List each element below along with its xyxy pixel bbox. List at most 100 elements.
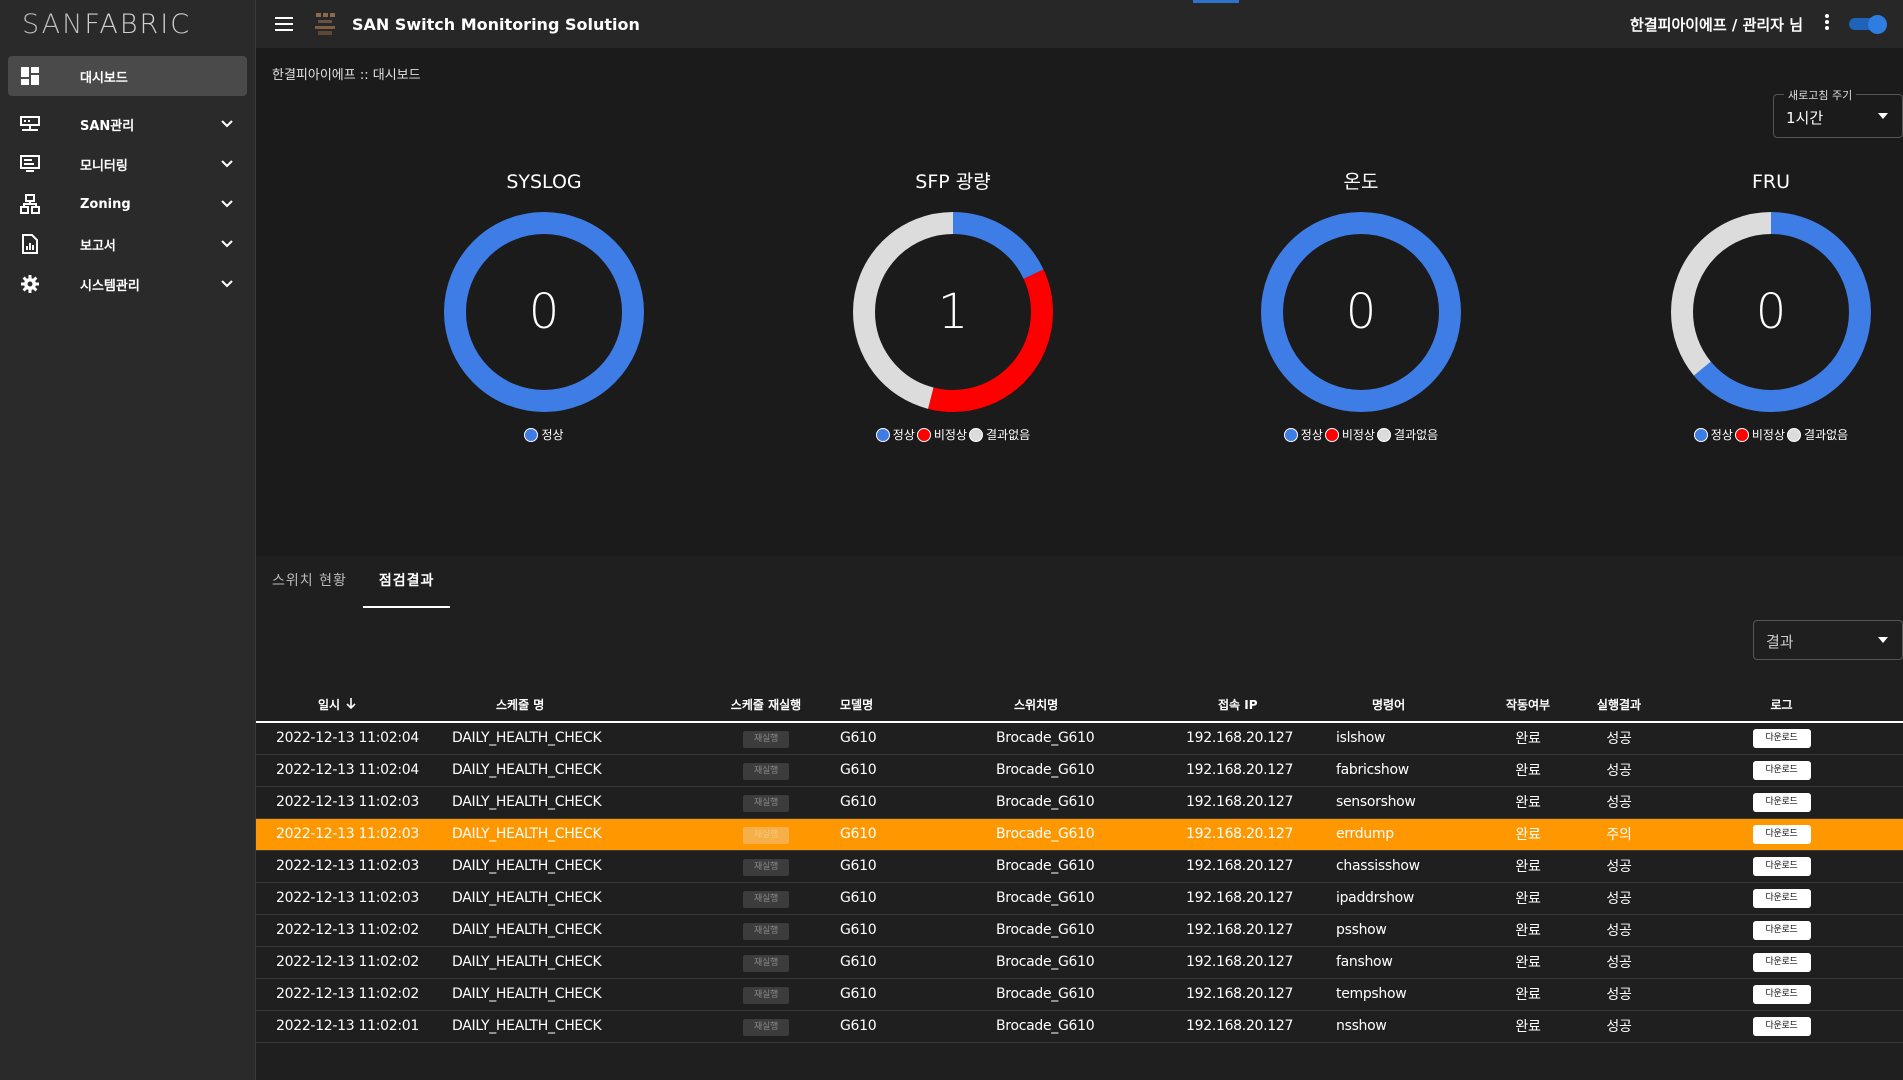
table-row[interactable]: 2022-12-13 11:02:02 DAILY_HEALTH_CHECK 재실행… (256, 946, 1903, 979)
legend-abnormal[interactable]: 비정상 (1734, 426, 1785, 443)
table-header-row: 일시 스케줄 명 스케줄 재실행 모델명 스위치명 접속 IP 명령어 작동여부… (256, 688, 1903, 723)
column-header-result[interactable]: 실행결과 (1578, 688, 1660, 723)
cell-result: 성공 (1578, 786, 1660, 819)
legend-normal[interactable]: 정상 (875, 426, 915, 443)
cell-command: nsshow (1336, 1010, 1478, 1043)
column-header-switch[interactable]: 스위치명 (996, 688, 1186, 723)
column-header-status[interactable]: 작동여부 (1478, 688, 1578, 723)
legend-normal[interactable]: 정상 (524, 426, 564, 443)
download-button[interactable]: 다운로드 (1752, 857, 1811, 876)
menu-icon[interactable] (256, 17, 312, 31)
table-row[interactable]: 2022-12-13 11:02:03 DAILY_HEALTH_CHECK 재실행… (256, 786, 1903, 819)
cell-model: G610 (826, 754, 996, 787)
cell-ip: 192.168.20.127 (1186, 818, 1336, 851)
more-vert-icon[interactable] (1825, 14, 1829, 34)
download-button[interactable]: 다운로드 (1752, 921, 1811, 940)
tab-switch-status[interactable]: 스위치 현황 (256, 556, 363, 604)
download-button[interactable]: 다운로드 (1752, 761, 1811, 780)
tab-inspection-results[interactable]: 점검결과 (362, 556, 451, 608)
rerun-button[interactable]: 재실행 (743, 890, 789, 908)
table-row[interactable]: 2022-12-13 11:02:02 DAILY_HEALTH_CHECK 재실행… (256, 978, 1903, 1011)
rerun-button[interactable]: 재실행 (743, 794, 789, 812)
rerun-button[interactable]: 재실행 (743, 858, 789, 876)
download-button[interactable]: 다운로드 (1752, 1017, 1811, 1036)
download-button[interactable]: 다운로드 (1752, 889, 1811, 908)
sidebar-item-zoning[interactable]: Zoning (8, 184, 247, 224)
column-header-model[interactable]: 모델명 (826, 688, 996, 723)
download-button[interactable]: 다운로드 (1752, 953, 1811, 972)
logo[interactable]: SAN FABRIC (0, 0, 255, 48)
gauge-syslog[interactable]: SYSLOG 0 정상 (374, 168, 714, 443)
legend-dot (969, 427, 984, 442)
table-row[interactable]: 2022-12-13 11:02:04 DAILY_HEALTH_CHECK 재실행… (256, 722, 1903, 755)
gauge-ring: 1 (853, 212, 1053, 412)
rerun-button[interactable]: 재실행 (743, 762, 789, 780)
column-header-time[interactable]: 일시 (256, 688, 452, 723)
rerun-button[interactable]: 재실행 (743, 954, 789, 972)
column-header-ip[interactable]: 접속 IP (1186, 688, 1336, 723)
gauge-sfp[interactable]: SFP 광량 1 정상 비정상 결과없음 (783, 168, 1123, 443)
legend-label: 결과없음 (1394, 428, 1439, 442)
legend-abnormal[interactable]: 비정상 (916, 426, 967, 443)
table-row[interactable]: 2022-12-13 11:02:01 DAILY_HEALTH_CHECK 재실행… (256, 1010, 1903, 1043)
legend-none[interactable]: 결과없음 (1787, 426, 1848, 443)
cell-status: 완료 (1478, 978, 1578, 1011)
cell-status: 완료 (1478, 882, 1578, 915)
column-header-log[interactable]: 로그 (1660, 688, 1903, 723)
cell-status: 완료 (1478, 818, 1578, 851)
column-header-rerun[interactable]: 스케줄 재실행 (706, 688, 826, 723)
table-row[interactable]: 2022-12-13 11:02:03 DAILY_HEALTH_CHECK 재실행… (256, 818, 1903, 851)
sidebar-item-report[interactable]: 보고서 (8, 224, 247, 264)
sidebar-item-system[interactable]: 시스템관리 (8, 264, 247, 304)
cell-schedule: DAILY_HEALTH_CHECK (452, 786, 706, 819)
sidebar-item-san[interactable]: SAN관리 (8, 104, 247, 144)
cell-ip: 192.168.20.127 (1186, 850, 1336, 883)
user-name[interactable]: 한결피아이에프 / 관리자 님 (1630, 14, 1803, 35)
result-filter-select[interactable]: 결과 (1753, 620, 1903, 660)
legend-dot (524, 427, 539, 442)
cell-rerun: 재실행 (706, 946, 826, 979)
rerun-button[interactable]: 재실행 (743, 826, 789, 844)
legend-normal[interactable]: 정상 (1693, 426, 1733, 443)
rerun-button[interactable]: 재실행 (743, 922, 789, 940)
cell-ip: 192.168.20.127 (1186, 882, 1336, 915)
sidebar-item-label: SAN관리 (80, 118, 135, 134)
table-row[interactable]: 2022-12-13 11:02:03 DAILY_HEALTH_CHECK 재실행… (256, 850, 1903, 883)
table-row[interactable]: 2022-12-13 11:02:03 DAILY_HEALTH_CHECK 재실행… (256, 882, 1903, 915)
legend-none[interactable]: 결과없음 (969, 426, 1030, 443)
refresh-interval-select[interactable]: 새로고침 주기 1시간 (1773, 87, 1903, 138)
sidebar-item-dashboard[interactable]: 대시보드 (8, 56, 247, 96)
table-row[interactable]: 2022-12-13 11:02:04 DAILY_HEALTH_CHECK 재실행… (256, 754, 1903, 787)
results-table: 일시 스케줄 명 스케줄 재실행 모델명 스위치명 접속 IP 명령어 작동여부… (256, 688, 1903, 1043)
column-header-command[interactable]: 명령어 (1336, 688, 1478, 723)
chevron-down-icon (221, 236, 233, 252)
download-button[interactable]: 다운로드 (1752, 985, 1811, 1004)
gauge-title: 온도 (1343, 171, 1379, 193)
rerun-button[interactable]: 재실행 (743, 1018, 789, 1036)
legend-abnormal[interactable]: 비정상 (1324, 426, 1375, 443)
legend-label: 정상 (541, 428, 564, 442)
brand-emblem-icon (312, 11, 338, 37)
theme-toggle[interactable] (1847, 15, 1887, 34)
download-button[interactable]: 다운로드 (1752, 793, 1811, 812)
download-button[interactable]: 다운로드 (1752, 825, 1811, 844)
sidebar-nav: 대시보드 SAN관리 모니터링 Zoning 보고서 시스템관리 (0, 48, 255, 312)
cell-status: 완료 (1478, 754, 1578, 787)
cell-model: G610 (826, 882, 996, 915)
storage-icon (18, 112, 42, 136)
rerun-button[interactable]: 재실행 (743, 986, 789, 1004)
table-row[interactable]: 2022-12-13 11:02:02 DAILY_HEALTH_CHECK 재실행… (256, 914, 1903, 947)
gauge-temperature[interactable]: 온도 0 정상 비정상 결과없음 (1191, 168, 1531, 443)
gauge-fru[interactable]: FRU 0 정상 비정상 결과없음 (1601, 168, 1903, 443)
rerun-button[interactable]: 재실행 (743, 730, 789, 748)
sidebar-item-monitoring[interactable]: 모니터링 (8, 144, 247, 184)
main-content: 한결피아이에프 :: 대시보드 새로고침 주기 1시간 SYSLOG 0 정상 … (256, 48, 1903, 1080)
cell-rerun: 재실행 (706, 978, 826, 1011)
legend-none[interactable]: 결과없음 (1377, 426, 1438, 443)
cell-switch: Brocade_G610 (996, 754, 1186, 787)
column-header-schedule[interactable]: 스케줄 명 (452, 688, 706, 723)
legend-normal[interactable]: 정상 (1283, 426, 1323, 443)
cell-model: G610 (826, 914, 996, 947)
download-button[interactable]: 다운로드 (1752, 729, 1811, 749)
cell-command: fanshow (1336, 946, 1478, 979)
